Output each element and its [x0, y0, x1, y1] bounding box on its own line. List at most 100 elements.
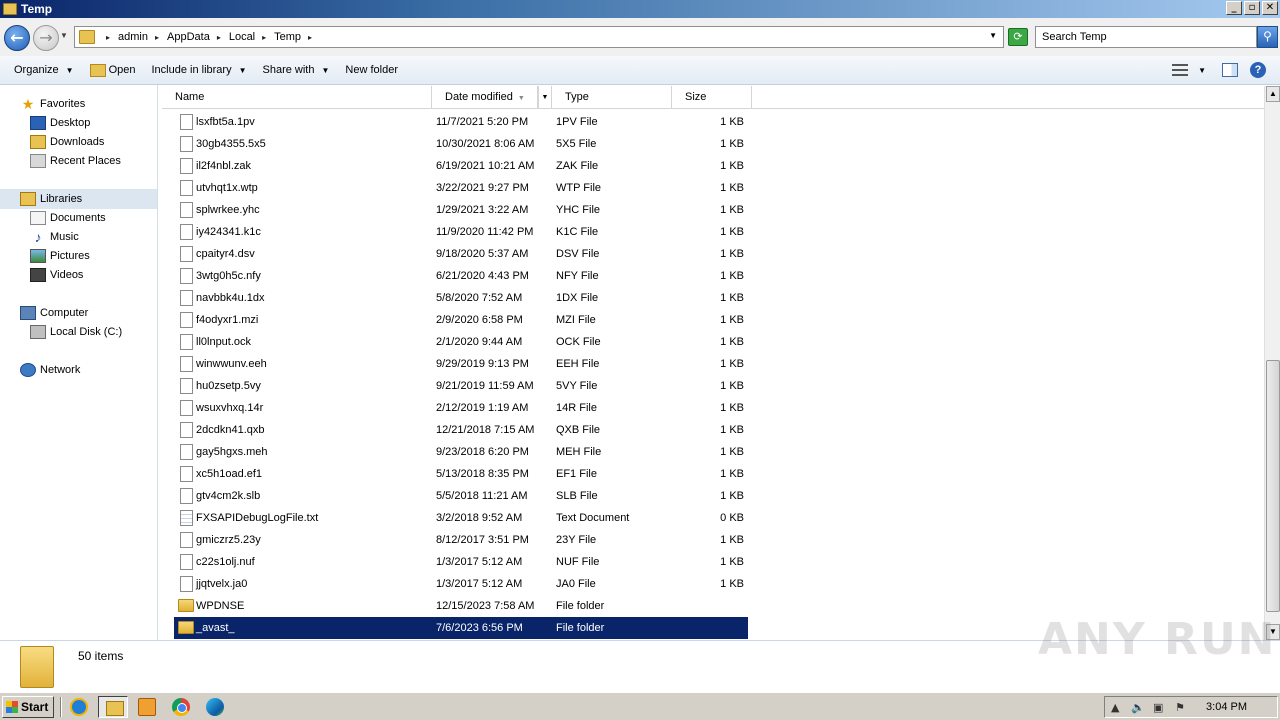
file-row[interactable]: iy424341.k1c 11/9/2020 11:42 PM K1C File 1 …	[174, 221, 748, 243]
file-name: xc5h1oad.ef1	[196, 468, 263, 480]
chevron-right-icon[interactable]: ▸	[217, 33, 221, 42]
chevron-right-icon[interactable]: ▸	[106, 33, 110, 42]
scroll-thumb[interactable]	[1266, 360, 1280, 612]
file-row[interactable]: splwrkee.yhc 1/29/2021 3:22 AM YHC File 1 K…	[174, 199, 748, 221]
column-header-date-modified[interactable]: Date modified ▼	[432, 86, 538, 109]
network-tray-icon[interactable]: ▣	[1153, 701, 1163, 714]
chevron-right-icon[interactable]: ▸	[308, 33, 312, 42]
file-row[interactable]: xc5h1oad.ef1 5/13/2018 8:35 PM EF1 File 1 K…	[174, 463, 748, 485]
volume-icon[interactable]: 🔈	[1131, 701, 1145, 714]
breadcrumb-admin[interactable]: admin	[118, 31, 148, 43]
file-size: 1 KB	[720, 336, 744, 348]
windows-explorer-icon[interactable]	[98, 696, 128, 718]
file-row[interactable]: WPDNSE 12/15/2023 7:58 AM File folder	[174, 595, 748, 617]
history-dropdown-icon[interactable]: ▼	[60, 31, 68, 40]
close-button[interactable]: ✕	[1262, 1, 1278, 15]
chevron-right-icon[interactable]: ▸	[262, 33, 266, 42]
help-icon[interactable]: ?	[1250, 62, 1266, 78]
chevron-right-icon[interactable]: ▸	[155, 33, 159, 42]
sidebar-item-local-disk[interactable]: Local Disk (C:)	[30, 323, 122, 341]
address-dropdown-icon[interactable]: ▼	[989, 31, 997, 40]
file-row[interactable]: gmiczrz5.23y 8/12/2017 3:51 PM 23Y File 1 K…	[174, 529, 748, 551]
file-row[interactable]: 2dcdkn41.qxb 12/21/2018 7:15 AM QXB File 1 …	[174, 419, 748, 441]
sidebar-item-computer[interactable]: Computer	[20, 304, 88, 322]
libraries-icon	[20, 192, 36, 206]
breadcrumb-temp[interactable]: Temp	[274, 31, 301, 43]
file-row[interactable]: FXSAPIDebugLogFile.txt 3/2/2018 9:52 AM Te…	[174, 507, 748, 529]
forward-button[interactable]: →	[33, 25, 59, 51]
sidebar-item-libraries[interactable]: Libraries	[20, 190, 82, 208]
file-row[interactable]: navbbk4u.1dx 5/8/2020 7:52 AM 1DX File 1 KB	[174, 287, 748, 309]
search-icon[interactable]: ⚲	[1257, 26, 1278, 48]
sidebar-item-downloads[interactable]: Downloads	[30, 133, 104, 151]
new-folder-button[interactable]: New folder	[343, 59, 400, 81]
file-row[interactable]: jjqtvelx.ja0 1/3/2017 5:12 AM JA0 File 1 KB	[174, 573, 748, 595]
sidebar-item-desktop[interactable]: Desktop	[30, 114, 90, 132]
chrome-icon[interactable]	[172, 698, 190, 716]
action-center-flag-icon[interactable]: ⚑	[1175, 701, 1185, 714]
back-button[interactable]: ←	[4, 25, 30, 51]
column-header-name[interactable]: Name	[162, 86, 432, 109]
file-icon	[180, 136, 193, 152]
edge-icon[interactable]	[206, 698, 224, 716]
file-row[interactable]: f4odyxr1.mzi 2/9/2020 6:58 PM MZI File 1 KB	[174, 309, 748, 331]
file-row[interactable]: gtv4cm2k.slb 5/5/2018 11:21 AM SLB File 1 K…	[174, 485, 748, 507]
file-row[interactable]: 30gb4355.5x5 10/30/2021 8:06 AM 5X5 File 1 …	[174, 133, 748, 155]
file-row[interactable]: c22s1olj.nuf 1/3/2017 5:12 AM NUF File 1 KB	[174, 551, 748, 573]
vertical-scrollbar[interactable]: ▲ ▼	[1264, 86, 1280, 640]
file-row[interactable]: cpaityr4.dsv 9/18/2020 5:37 AM DSV File 1 K…	[174, 243, 748, 265]
sidebar-item-pictures[interactable]: Pictures	[30, 247, 90, 265]
file-row[interactable]: lsxfbt5a.1pv 11/7/2021 5:20 PM 1PV File 1 K…	[174, 111, 748, 133]
file-type: SLB File	[556, 490, 598, 502]
file-date-modified: 3/22/2021 9:27 PM	[436, 182, 529, 194]
folder-icon	[178, 621, 194, 634]
folder-icon	[20, 646, 54, 688]
file-row[interactable]: _avast_ 7/6/2023 6:56 PM File folder	[174, 617, 748, 639]
file-row[interactable]: utvhqt1x.wtp 3/22/2021 9:27 PM WTP File 1 K…	[174, 177, 748, 199]
file-name: c22s1olj.nuf	[196, 556, 255, 568]
file-date-modified: 9/23/2018 6:20 PM	[436, 446, 529, 458]
sidebar-item-label: Local Disk (C:)	[50, 326, 123, 338]
breadcrumb-appdata[interactable]: AppData	[167, 31, 210, 43]
file-row[interactable]: gay5hgxs.meh 9/23/2018 6:20 PM MEH File 1 K…	[174, 441, 748, 463]
sidebar-item-music[interactable]: ♪ Music	[30, 228, 79, 246]
refresh-button[interactable]: ⟳	[1008, 28, 1028, 46]
file-name: winwwunv.eeh	[196, 358, 267, 370]
start-button[interactable]: Start	[2, 696, 54, 718]
internet-explorer-icon[interactable]	[70, 698, 88, 716]
minimize-button[interactable]: _	[1226, 1, 1242, 15]
share-with-button[interactable]: Share with ▼	[261, 59, 332, 81]
view-options-icon[interactable]	[1172, 64, 1189, 76]
media-player-icon[interactable]	[138, 698, 156, 716]
address-bar[interactable]: ▸ admin ▸ AppData ▸ Local ▸ Temp ▸ ▼	[74, 26, 1004, 48]
column-filter-dropdown-icon[interactable]: ▼	[538, 86, 552, 109]
show-hidden-icons-icon[interactable]: ▲	[1111, 701, 1119, 714]
organize-button[interactable]: Organize ▼	[12, 59, 76, 81]
chevron-down-icon[interactable]: ▼	[1198, 66, 1206, 75]
scroll-up-button[interactable]: ▲	[1266, 86, 1280, 102]
file-row[interactable]: winwwunv.eeh 9/29/2019 9:13 PM EEH File 1 K…	[174, 353, 748, 375]
column-header-type[interactable]: Type	[552, 86, 672, 109]
sidebar-item-videos[interactable]: Videos	[30, 266, 83, 284]
sidebar-item-network[interactable]: Network	[20, 361, 80, 379]
file-row[interactable]: 3wtg0h5c.nfy 6/21/2020 4:43 PM NFY File 1 K…	[174, 265, 748, 287]
search-input[interactable]: Search Temp	[1035, 26, 1257, 48]
breadcrumb-local[interactable]: Local	[229, 31, 255, 43]
column-header-size[interactable]: Size	[672, 86, 752, 109]
file-name: WPDNSE	[196, 600, 245, 612]
open-button[interactable]: Open	[88, 59, 138, 81]
file-row[interactable]: ll0lnput.ock 2/1/2020 9:44 AM OCK File 1 KB	[174, 331, 748, 353]
preview-pane-icon[interactable]	[1222, 63, 1238, 77]
include-in-library-button[interactable]: Include in library ▼	[149, 59, 248, 81]
file-row[interactable]: hu0zsetp.5vy 9/21/2019 11:59 AM 5VY File 1 …	[174, 375, 748, 397]
maximize-button[interactable]: ▫	[1244, 1, 1260, 15]
clock[interactable]: 3:04 PM	[1206, 701, 1247, 713]
file-row[interactable]: wsuxvhxq.14r 2/12/2019 1:19 AM 14R File 1 K…	[174, 397, 748, 419]
taskbar-divider	[60, 697, 62, 717]
open-folder-icon	[89, 63, 106, 77]
file-row[interactable]: il2f4nbl.zak 6/19/2021 10:21 AM ZAK File 1 …	[174, 155, 748, 177]
sidebar-item-favorites[interactable]: ★ Favorites	[20, 95, 86, 113]
file-name: jjqtvelx.ja0	[196, 578, 248, 590]
sidebar-item-documents[interactable]: Documents	[30, 209, 106, 227]
sidebar-item-recent-places[interactable]: Recent Places	[30, 152, 121, 170]
